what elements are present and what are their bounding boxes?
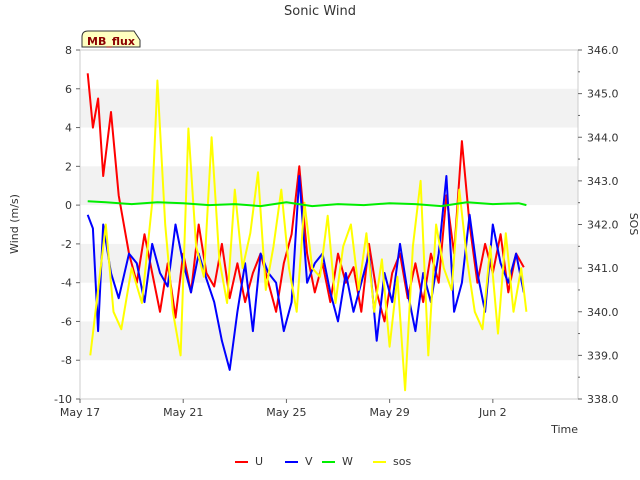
y-right-tick-label: 339.0 [587, 349, 619, 362]
x-tick-label: Jun 2 [478, 406, 507, 419]
y-tick-label: 6 [65, 83, 72, 96]
y-right-tick-label: 346.0 [587, 44, 619, 57]
y-tick-label: 4 [65, 122, 72, 135]
y-tick-label: -10 [54, 393, 72, 406]
y-right-tick-label: 342.0 [587, 219, 619, 232]
y-tick-label: -6 [61, 315, 72, 328]
x-axis-label: Time [550, 423, 578, 436]
y-tick-label: -4 [61, 277, 72, 290]
badge-label: MB_flux [87, 35, 135, 48]
x-tick-label: May 25 [266, 406, 306, 419]
legend-label-sos: sos [393, 455, 411, 468]
y-right-tick-label: 340.0 [587, 306, 619, 319]
y-tick-label: 8 [65, 44, 72, 57]
sonic-wind-chart: Sonic Wind -10 -8 -6 -4 -2 0 2 4 6 8 338.0 339.0 340… [8, 4, 640, 468]
legend: U V Wsos [235, 455, 411, 468]
y-tick-label: -2 [61, 238, 72, 251]
y-right-tick-label: 338.0 [587, 393, 619, 406]
y-tick-label: -8 [61, 354, 72, 367]
grid-band [80, 166, 578, 206]
y-right-tick-label: 343.0 [587, 175, 619, 188]
y-axis-right-label: SOS [627, 213, 640, 236]
legend-label-w: W [342, 455, 353, 468]
grid-band [80, 321, 578, 361]
chart-title: Sonic Wind [284, 4, 356, 19]
y-tick-label: 0 [65, 199, 72, 212]
x-tick-label: May 21 [163, 406, 203, 419]
y-right-tick-label: 345.0 [587, 88, 619, 101]
legend-label-v: V [305, 455, 313, 468]
y-axis-label: Wind (m/s) [8, 194, 21, 254]
x-tick-label: May 17 [60, 406, 100, 419]
mb-flux-badge: MB_flux [81, 30, 141, 48]
y-right-tick-label: 341.0 [587, 262, 619, 275]
y-tick-label: 2 [65, 160, 72, 173]
x-tick-label: May 29 [370, 406, 410, 419]
y-right-tick-label: 344.0 [587, 131, 619, 144]
legend-label-u: U [255, 455, 263, 468]
